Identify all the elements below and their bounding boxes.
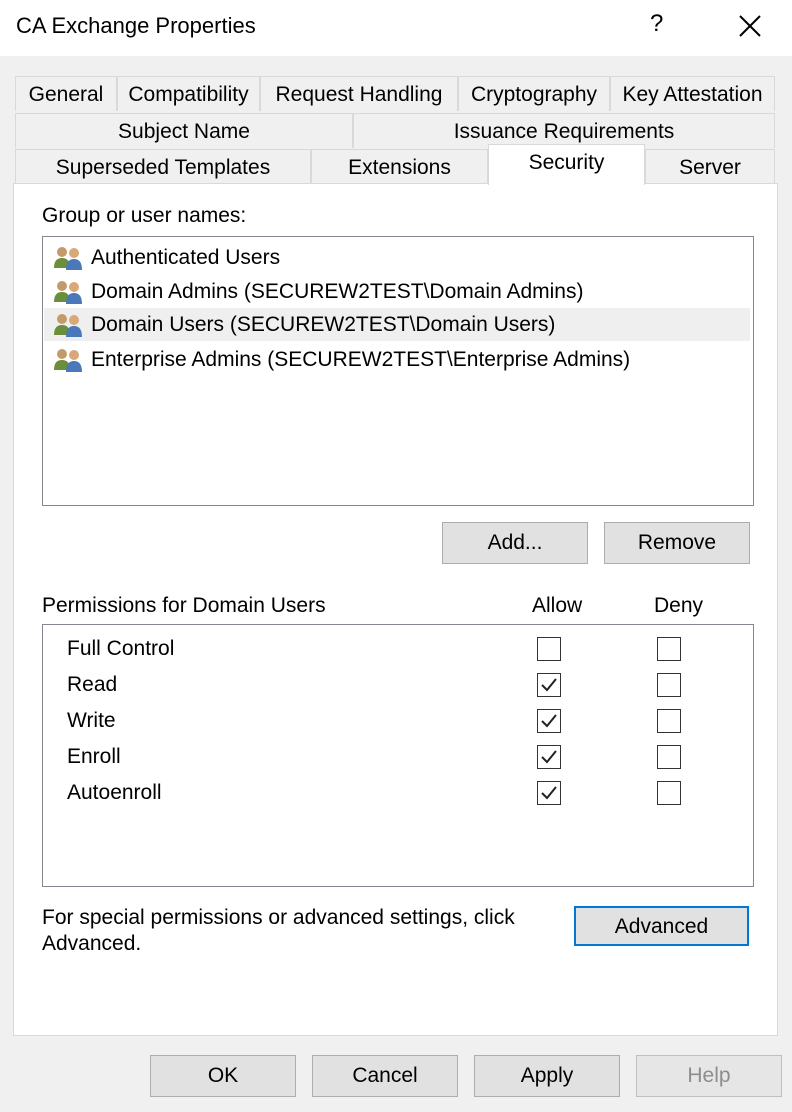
tab-issuance-requirements[interactable]: Issuance Requirements xyxy=(353,113,775,148)
deny-column-header: Deny xyxy=(654,594,704,617)
ok-button[interactable]: OK xyxy=(150,1055,296,1097)
advanced-note: For special permissions or advanced sett… xyxy=(42,906,515,955)
users-icon xyxy=(53,313,87,338)
user-name: Domain Admins (SECUREW2TEST\Domain Admin… xyxy=(91,280,584,303)
help-question-button[interactable]: ? xyxy=(650,10,663,38)
allow-checkbox[interactable] xyxy=(537,709,561,733)
check-icon xyxy=(541,786,557,800)
tab-security[interactable]: Security xyxy=(488,144,645,185)
users-icon xyxy=(53,280,87,305)
allow-checkbox[interactable] xyxy=(537,745,561,769)
list-item[interactable]: Enterprise Admins (SECUREW2TEST\Enterpri… xyxy=(53,343,749,376)
permissions-label: Permissions for Domain Users xyxy=(42,594,326,617)
list-item[interactable]: Authenticated Users xyxy=(53,241,749,274)
permission-name: Write xyxy=(67,709,116,732)
tab-request-handling[interactable]: Request Handling xyxy=(260,76,458,111)
user-name: Domain Users (SECUREW2TEST\Domain Users) xyxy=(91,313,556,336)
permission-name: Full Control xyxy=(67,637,175,660)
users-icon xyxy=(53,348,87,373)
help-button[interactable]: Help xyxy=(636,1055,782,1097)
permissions-list: Full Control Read Write Enroll Autoenrol… xyxy=(42,624,754,887)
tab-key-attestation[interactable]: Key Attestation xyxy=(610,76,775,111)
check-icon xyxy=(541,714,557,728)
apply-button[interactable]: Apply xyxy=(474,1055,620,1097)
close-icon[interactable] xyxy=(736,12,764,40)
add-button[interactable]: Add... xyxy=(442,522,588,564)
tab-general[interactable]: General xyxy=(15,76,117,111)
permission-name: Autoenroll xyxy=(67,781,162,804)
tab-subject-name[interactable]: Subject Name xyxy=(15,113,353,148)
window-title: CA Exchange Properties xyxy=(16,13,256,38)
advanced-button[interactable]: Advanced xyxy=(574,906,749,946)
tab-compatibility[interactable]: Compatibility xyxy=(117,76,260,111)
permission-name: Read xyxy=(67,673,118,696)
group-names-label: Group or user names: xyxy=(42,204,247,227)
list-item-selected[interactable]: Domain Users (SECUREW2TEST\Domain Users) xyxy=(44,308,750,341)
allow-column-header: Allow xyxy=(532,594,583,617)
check-icon xyxy=(541,678,557,692)
deny-checkbox[interactable] xyxy=(657,781,681,805)
cancel-button[interactable]: Cancel xyxy=(312,1055,458,1097)
deny-checkbox[interactable] xyxy=(657,709,681,733)
deny-checkbox[interactable] xyxy=(657,673,681,697)
check-icon xyxy=(541,750,557,764)
tab-cryptography[interactable]: Cryptography xyxy=(458,76,610,111)
deny-checkbox[interactable] xyxy=(657,637,681,661)
tab-server[interactable]: Server xyxy=(645,149,775,184)
remove-button[interactable]: Remove xyxy=(604,522,750,564)
tab-superseded-templates[interactable]: Superseded Templates xyxy=(15,149,311,184)
deny-checkbox[interactable] xyxy=(657,745,681,769)
list-item[interactable]: Domain Admins (SECUREW2TEST\Domain Admin… xyxy=(53,275,749,308)
allow-checkbox[interactable] xyxy=(537,781,561,805)
users-icon xyxy=(53,246,87,271)
tab-extensions[interactable]: Extensions xyxy=(311,149,488,184)
user-list[interactable]: Authenticated Users Domain Admins (SECUR… xyxy=(42,236,754,506)
user-name: Authenticated Users xyxy=(91,246,281,269)
allow-checkbox[interactable] xyxy=(537,673,561,697)
title-bar: CA Exchange Properties ? xyxy=(0,0,792,56)
user-name: Enterprise Admins (SECUREW2TEST\Enterpri… xyxy=(91,348,631,371)
permission-name: Enroll xyxy=(67,745,121,768)
allow-checkbox[interactable] xyxy=(537,637,561,661)
